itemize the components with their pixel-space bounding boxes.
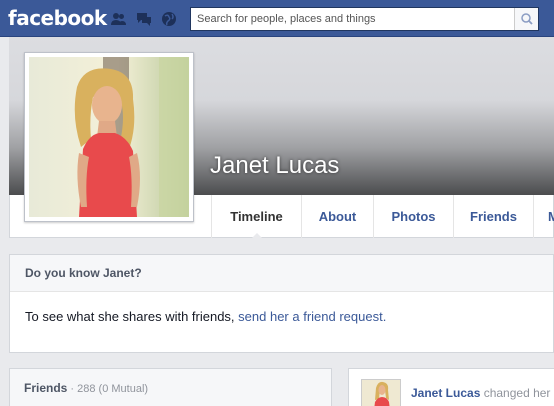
top-navigation-bar: facebook <box>0 0 554 37</box>
friends-box: Friends · 288 (0 Mutual) <box>9 368 332 406</box>
facebook-logo[interactable]: facebook <box>8 6 107 30</box>
friends-title[interactable]: Friends <box>24 381 67 395</box>
prompt-body: To see what she shares with friends, sen… <box>10 292 553 324</box>
friends-count: · 288 (0 Mutual) <box>67 383 149 395</box>
tab-label: Photos <box>391 209 436 224</box>
messages-icon[interactable] <box>136 11 152 27</box>
tab-about[interactable]: About <box>301 195 373 238</box>
tab-timeline[interactable]: Timeline <box>211 195 301 239</box>
search-bar <box>190 7 539 31</box>
timeline-story: Janet Lucas changed her <box>348 368 554 406</box>
story-author-link[interactable]: Janet Lucas <box>411 386 480 400</box>
profile-name[interactable]: Janet Lucas <box>210 152 339 180</box>
tab-photos[interactable]: Photos <box>373 195 453 238</box>
friend-requests-icon[interactable] <box>110 11 126 27</box>
tab-label: Friends <box>470 209 517 224</box>
profile-picture[interactable] <box>24 52 194 222</box>
search-icon <box>521 13 533 25</box>
tab-label: M <box>548 209 554 224</box>
search-input[interactable] <box>191 8 515 30</box>
story-text: Janet Lucas changed her <box>411 386 550 400</box>
story-action: changed her <box>480 386 551 400</box>
tab-label: Timeline <box>230 209 283 224</box>
tab-friends[interactable]: Friends <box>453 195 533 238</box>
notifications-globe-icon[interactable] <box>161 11 177 27</box>
tab-label: About <box>318 209 357 224</box>
friend-request-prompt: Do you know Janet? To see what she share… <box>9 254 554 353</box>
prompt-title: Do you know Janet? <box>10 255 553 292</box>
search-button[interactable] <box>514 8 538 30</box>
send-friend-request-link[interactable]: send her a friend request. <box>238 309 386 324</box>
tab-more[interactable]: M <box>533 195 554 238</box>
prompt-text: To see what she shares with friends, <box>25 309 239 324</box>
avatar-thumbnail <box>362 380 400 406</box>
active-tab-indicator <box>250 233 263 239</box>
profile-photo-image <box>29 57 189 217</box>
story-avatar[interactable] <box>361 379 401 406</box>
